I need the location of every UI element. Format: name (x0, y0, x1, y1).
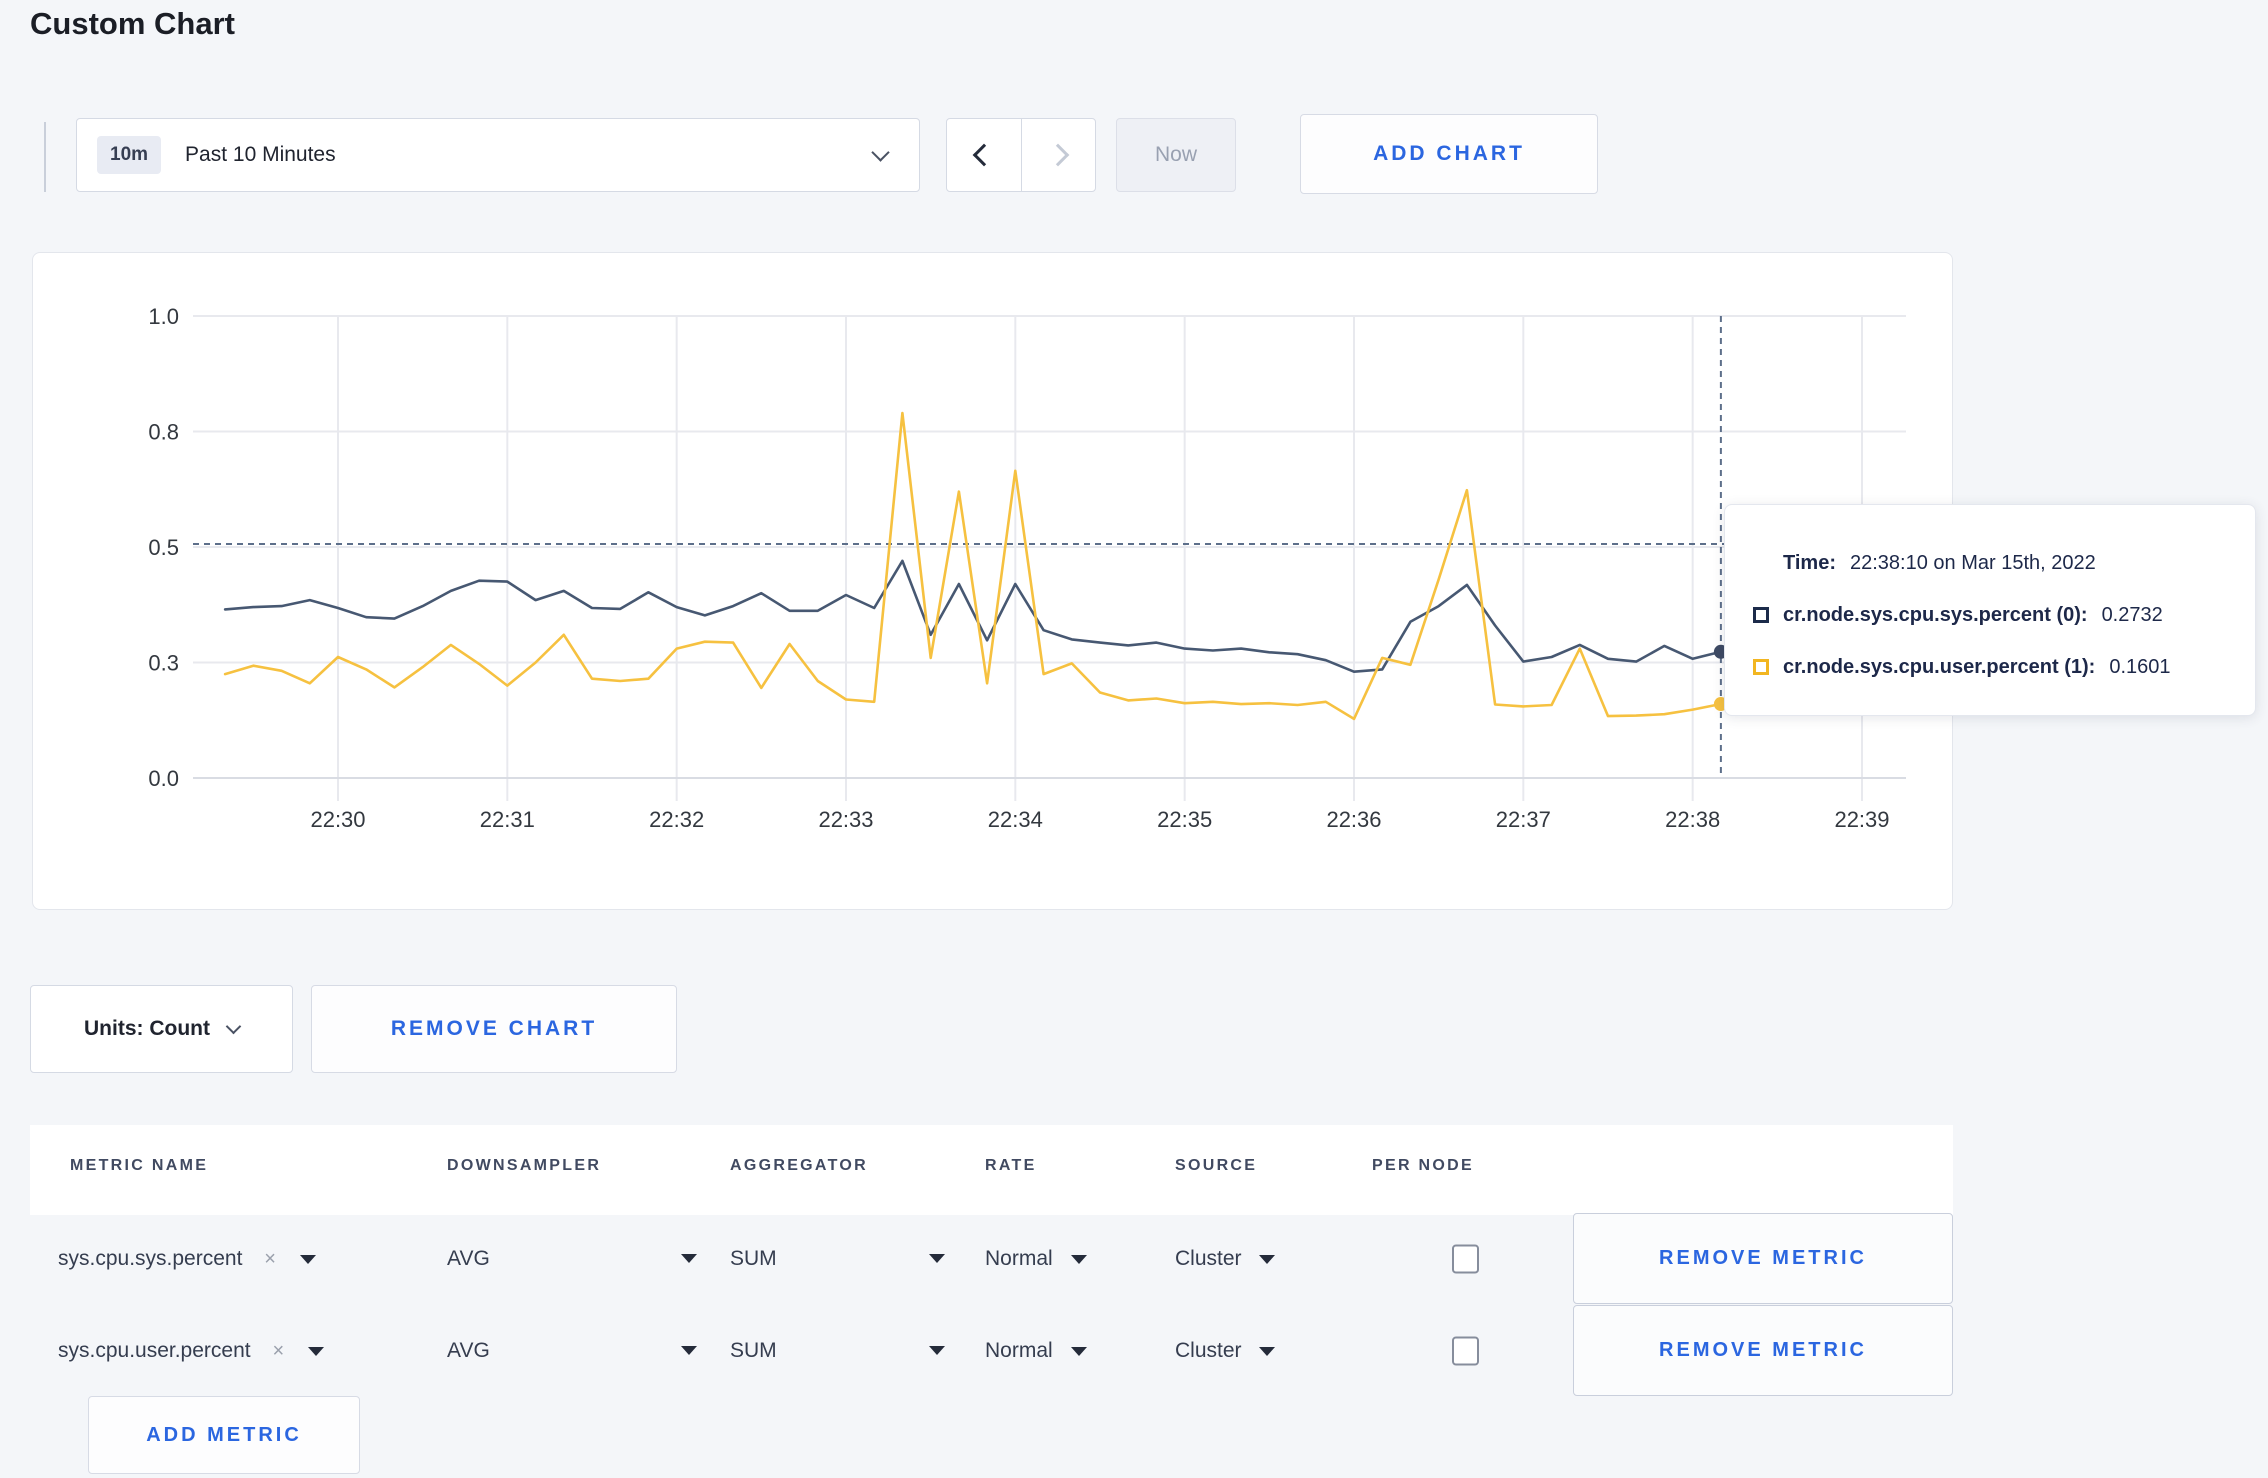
downsampler-value: AVG (447, 1339, 490, 1362)
sys-series-swatch-icon (1753, 607, 1769, 623)
svg-text:22:33: 22:33 (818, 807, 873, 832)
aggregator-value: SUM (730, 1339, 777, 1362)
svg-text:22:38: 22:38 (1665, 807, 1720, 832)
tooltip-series-row: cr.node.sys.cpu.user.percent (1): 0.1601 (1725, 641, 2255, 693)
dropdown-caret-icon (929, 1346, 945, 1355)
chevron-down-icon (225, 1018, 242, 1034)
per-node-checkbox[interactable] (1452, 1244, 1479, 1274)
svg-text:0.5: 0.5 (148, 535, 179, 560)
now-button[interactable]: Now (1116, 118, 1236, 192)
dropdown-caret-icon (681, 1254, 697, 1263)
add-metric-button[interactable]: ADD METRIC (88, 1396, 360, 1474)
tooltip-user-name: cr.node.sys.cpu.user.percent (1): (1783, 655, 2096, 678)
col-header-downsampler: DOWNSAMPLER (447, 1157, 602, 1174)
tooltip-time-value: 22:38:10 on Mar 15th, 2022 (1849, 551, 2096, 574)
downsampler-select[interactable]: AVG (447, 1339, 697, 1363)
dropdown-caret-icon (1259, 1346, 1276, 1356)
rate-value: Normal (985, 1247, 1053, 1270)
metric-row: sys.cpu.sys.percent × AVG SUM Normal Clu… (30, 1213, 1953, 1305)
svg-text:22:35: 22:35 (1157, 807, 1212, 832)
prev-time-button[interactable] (947, 119, 1021, 191)
metric-name-dropdown[interactable]: sys.cpu.user.percent × (58, 1339, 324, 1363)
time-range-dropdown[interactable]: 10m Past 10 Minutes (76, 118, 920, 192)
downsampler-value: AVG (447, 1247, 490, 1270)
svg-text:0.0: 0.0 (148, 766, 179, 791)
tooltip-series-row: cr.node.sys.cpu.sys.percent (0): 0.2732 (1725, 589, 2255, 641)
source-select[interactable]: Cluster (1175, 1339, 1276, 1363)
time-nav-group (946, 118, 1096, 192)
metric-name-label: sys.cpu.sys.percent (58, 1247, 243, 1270)
svg-text:22:34: 22:34 (988, 807, 1043, 832)
col-header-aggregator: AGGREGATOR (730, 1157, 868, 1174)
tooltip-sys-name: cr.node.sys.cpu.sys.percent (0): (1783, 603, 2088, 626)
units-label: Units: Count (84, 1017, 210, 1040)
remove-metric-button[interactable]: REMOVE METRIC (1573, 1305, 1953, 1396)
svg-text:22:32: 22:32 (649, 807, 704, 832)
dropdown-caret-icon (1259, 1254, 1276, 1264)
dropdown-caret-icon (1070, 1346, 1087, 1356)
chart-card: 0.0 0.3 0.5 0.8 1.0 22:30 22:31 22:32 22:33 22:34… (32, 252, 1953, 910)
toolbar-divider (44, 122, 46, 192)
chevron-right-icon (1046, 143, 1070, 167)
chevron-left-icon (972, 143, 996, 167)
clear-metric-icon[interactable]: × (264, 1248, 276, 1270)
dropdown-caret-icon (681, 1346, 697, 1355)
clear-metric-icon[interactable]: × (272, 1340, 284, 1362)
col-header-metric-name: METRIC NAME (70, 1157, 209, 1174)
source-value: Cluster (1175, 1339, 1242, 1362)
svg-text:0.3: 0.3 (148, 651, 179, 676)
svg-text:22:31: 22:31 (480, 807, 535, 832)
svg-text:22:30: 22:30 (310, 807, 365, 832)
svg-text:22:36: 22:36 (1326, 807, 1381, 832)
next-time-button[interactable] (1022, 119, 1096, 191)
source-value: Cluster (1175, 1247, 1242, 1270)
col-header-rate: RATE (985, 1157, 1037, 1174)
per-node-checkbox[interactable] (1452, 1336, 1479, 1366)
time-range-badge: 10m (97, 136, 162, 174)
tooltip-sys-value: 0.2732 (2101, 603, 2163, 626)
user-series-swatch-icon (1753, 659, 1769, 675)
chart-tooltip: Time: 22:38:10 on Mar 15th, 2022 cr.node… (1724, 504, 2256, 716)
remove-metric-button[interactable]: REMOVE METRIC (1573, 1213, 1953, 1304)
col-header-source: SOURCE (1175, 1157, 1258, 1174)
metric-name-label: sys.cpu.user.percent (58, 1339, 251, 1362)
aggregator-select[interactable]: SUM (730, 1339, 945, 1363)
rate-value: Normal (985, 1339, 1053, 1362)
dropdown-caret-icon (1070, 1254, 1087, 1264)
source-select[interactable]: Cluster (1175, 1247, 1276, 1271)
svg-text:22:37: 22:37 (1496, 807, 1551, 832)
metrics-table-header: METRIC NAME DOWNSAMPLER AGGREGATOR RATE … (30, 1125, 1953, 1215)
tooltip-user-value: 0.1601 (2109, 655, 2171, 678)
rate-select[interactable]: Normal (985, 1339, 1087, 1363)
line-chart[interactable]: 0.0 0.3 0.5 0.8 1.0 22:30 22:31 22:32 22:33 22:34… (33, 253, 1952, 909)
dropdown-caret-icon (307, 1346, 324, 1356)
aggregator-select[interactable]: SUM (730, 1247, 945, 1271)
tooltip-time-label: Time: (1783, 551, 1836, 574)
add-chart-button[interactable]: ADD CHART (1300, 114, 1598, 194)
chevron-down-icon (871, 143, 890, 162)
aggregator-value: SUM (730, 1247, 777, 1270)
metric-row: sys.cpu.user.percent × AVG SUM Normal Cl… (30, 1305, 1953, 1397)
rate-select[interactable]: Normal (985, 1247, 1087, 1271)
units-dropdown[interactable]: Units: Count (30, 985, 293, 1073)
downsampler-select[interactable]: AVG (447, 1247, 697, 1271)
remove-chart-button[interactable]: REMOVE CHART (311, 985, 677, 1073)
svg-text:0.8: 0.8 (148, 420, 179, 445)
svg-text:22:39: 22:39 (1834, 807, 1889, 832)
time-range-label: Past 10 Minutes (185, 143, 336, 166)
svg-text:1.0: 1.0 (148, 304, 179, 329)
col-header-per-node: PER NODE (1372, 1157, 1474, 1174)
metric-name-dropdown[interactable]: sys.cpu.sys.percent × (58, 1247, 316, 1271)
dropdown-caret-icon (929, 1254, 945, 1263)
page-title: Custom Chart (30, 6, 235, 41)
tooltip-time-row: Time: 22:38:10 on Mar 15th, 2022 (1725, 537, 2255, 589)
dropdown-caret-icon (299, 1254, 316, 1264)
